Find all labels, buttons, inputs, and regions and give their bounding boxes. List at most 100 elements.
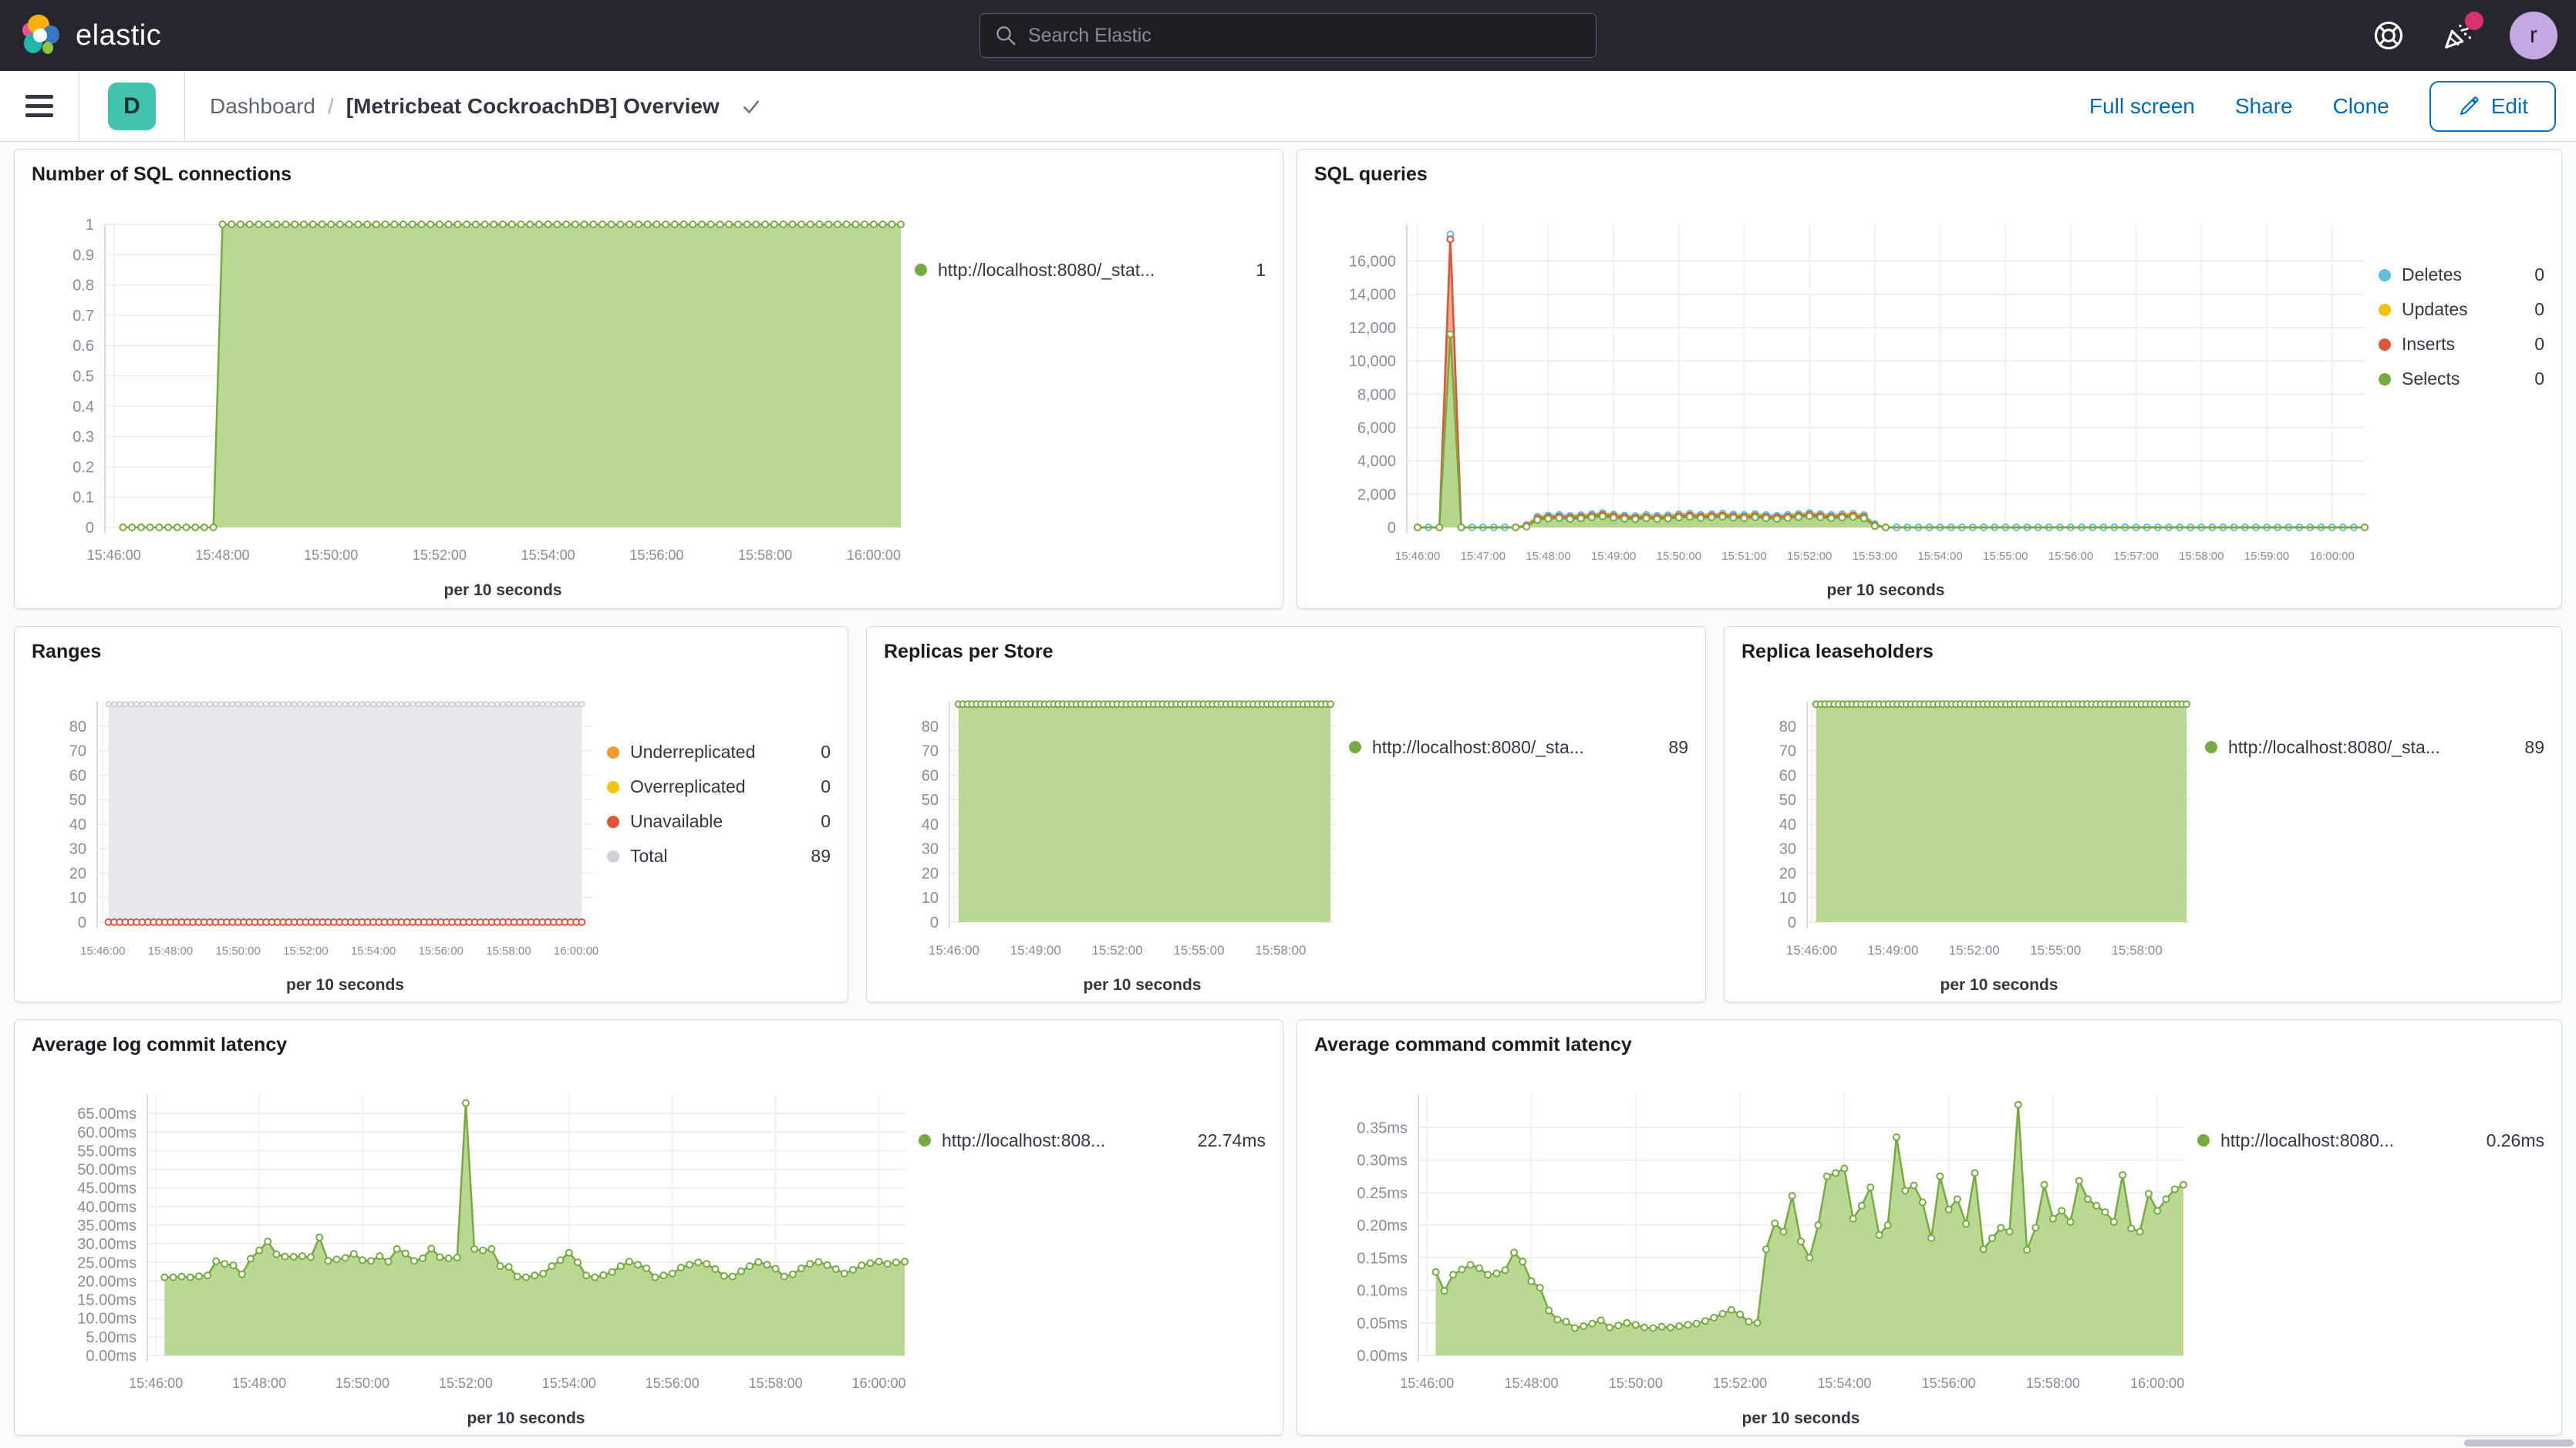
svg-text:60: 60 [922, 767, 939, 784]
news-button[interactable] [2440, 18, 2476, 53]
legend-item[interactable]: Underreplicated0 [607, 735, 831, 769]
panel-sql-queries: SQL queries 16,00014,00012,00010,0008,00… [1296, 149, 2562, 609]
elastic-logo[interactable]: elastic [0, 14, 161, 57]
svg-text:55.00ms: 55.00ms [77, 1143, 137, 1160]
pencil-icon [2457, 95, 2480, 118]
svg-text:15:56:00: 15:56:00 [1922, 1376, 1976, 1391]
help-button[interactable] [2371, 18, 2406, 53]
svg-text:5.00ms: 5.00ms [86, 1329, 137, 1346]
svg-text:8,000: 8,000 [1357, 386, 1396, 403]
svg-text:10: 10 [922, 890, 939, 907]
legend-series-value: 0.26ms [2487, 1130, 2544, 1151]
legend-item[interactable]: http://localhost:8080/_stat...1 [915, 258, 1266, 282]
svg-text:1: 1 [86, 217, 94, 234]
svg-text:50.00ms: 50.00ms [77, 1162, 137, 1179]
legend-series-label: http://localhost:8080/_sta... [1372, 737, 1653, 758]
legend-item[interactable]: Deletes0 [2379, 258, 2544, 292]
breadcrumb: Dashboard / [Metricbeat CockroachDB] Ove… [185, 94, 763, 119]
ranges-chart[interactable]: 8070605040302010015:46:0015:48:0015:50:0… [32, 667, 607, 995]
chart-legend: Deletes0Updates0Inserts0Selects0 [2379, 190, 2544, 601]
panel-title: Replica leaseholders [1741, 641, 2544, 667]
svg-text:per 10 seconds: per 10 seconds [1827, 581, 1945, 599]
svg-text:15:46:00: 15:46:00 [80, 945, 125, 958]
legend-series-dot [2379, 269, 2391, 281]
legend-series-dot [607, 746, 619, 759]
horizontal-scrollbar[interactable] [2464, 1440, 2574, 1446]
legend-item[interactable]: Total89 [607, 839, 831, 874]
svg-text:15:46:00: 15:46:00 [87, 547, 141, 563]
svg-text:50: 50 [69, 792, 86, 809]
svg-text:40.00ms: 40.00ms [77, 1199, 137, 1216]
global-search[interactable] [979, 13, 1597, 58]
legend-series-value: 22.74ms [1198, 1130, 1266, 1151]
svg-text:15:56:00: 15:56:00 [629, 547, 683, 563]
svg-text:15:54:00: 15:54:00 [1817, 1376, 1871, 1391]
legend-item[interactable]: http://localhost:8080/_sta...89 [2205, 735, 2544, 759]
menu-button[interactable] [0, 71, 79, 141]
chart-canvas: 8070605040302010015:46:0015:48:0015:50:0… [32, 667, 607, 995]
legend-series-value: 0 [2534, 334, 2544, 355]
svg-text:80: 80 [1779, 719, 1796, 736]
svg-text:per 10 seconds: per 10 seconds [286, 976, 404, 994]
legend-series-label: Overreplicated [630, 776, 805, 797]
svg-text:20: 20 [69, 865, 86, 882]
panel-title: Average command commit latency [1314, 1034, 2544, 1060]
legend-series-value: 89 [811, 846, 831, 867]
svg-text:0: 0 [78, 914, 86, 931]
legend-series-label: http://localhost:808... [942, 1130, 1182, 1151]
clone-button[interactable]: Clone [2333, 94, 2389, 119]
replicas-per-store-chart[interactable]: 8070605040302010015:46:0015:49:0015:52:0… [884, 667, 1349, 995]
legend-series-value: 0 [2534, 264, 2544, 285]
svg-text:30: 30 [1779, 841, 1796, 858]
legend-item[interactable]: Overreplicated0 [607, 769, 831, 804]
svg-text:per 10 seconds: per 10 seconds [444, 581, 562, 599]
svg-text:15:46:00: 15:46:00 [1395, 550, 1440, 563]
legend-item[interactable]: Selects0 [2379, 362, 2544, 396]
svg-text:15:51:00: 15:51:00 [1721, 550, 1766, 563]
sql-connections-chart[interactable]: 10.90.80.70.60.50.40.30.20.1015:46:0015:… [32, 190, 915, 601]
svg-text:15:46:00: 15:46:00 [1400, 1376, 1454, 1391]
search-input[interactable] [1028, 25, 1582, 47]
hamburger-icon [25, 89, 53, 123]
legend-item[interactable]: Unavailable0 [607, 804, 831, 839]
legend-series-value: 0 [2534, 369, 2544, 389]
legend-series-dot [919, 1134, 931, 1147]
user-avatar[interactable]: r [2510, 12, 2557, 59]
legend-item[interactable]: Updates0 [2379, 292, 2544, 327]
svg-text:16:00:00: 16:00:00 [2130, 1376, 2184, 1391]
svg-text:16:00:00: 16:00:00 [847, 547, 901, 563]
svg-text:per 10 seconds: per 10 seconds [1742, 1409, 1860, 1427]
app-badge-letter: D [123, 93, 140, 120]
dashboard-toolbar: D Dashboard / [Metricbeat CockroachDB] O… [0, 71, 2576, 142]
svg-text:0: 0 [930, 914, 939, 931]
legend-series-label: Updates [2402, 299, 2519, 320]
page-title: [Metricbeat CockroachDB] Overview [346, 94, 720, 119]
legend-item[interactable]: Inserts 0 [2379, 327, 2544, 362]
avg-command-commit-latency-chart[interactable]: 0.35ms0.30ms0.25ms0.20ms0.15ms0.10ms0.05… [1314, 1060, 2197, 1429]
svg-text:0.00ms: 0.00ms [86, 1348, 137, 1365]
legend-item[interactable]: http://localhost:808... 22.74ms [919, 1128, 1266, 1153]
breadcrumb-dashboard-link[interactable]: Dashboard [210, 94, 315, 119]
logo-wordmark: elastic [76, 19, 161, 52]
svg-text:40: 40 [69, 817, 86, 833]
edit-button[interactable]: Edit [2429, 81, 2556, 132]
chart-canvas: 16,00014,00012,00010,0008,0006,0004,0002… [1314, 190, 2379, 601]
svg-text:15:58:00: 15:58:00 [2026, 1376, 2080, 1391]
legend-series-dot [2205, 741, 2217, 753]
chart-legend: http://localhost:8080...0.26ms [2197, 1060, 2544, 1429]
legend-item[interactable]: http://localhost:8080/_sta...89 [1349, 735, 1688, 759]
share-button[interactable]: Share [2235, 94, 2293, 119]
legend-series-label: Inserts [2402, 334, 2519, 355]
replica-leaseholders-chart[interactable]: 8070605040302010015:46:0015:49:0015:52:0… [1741, 667, 2205, 995]
svg-text:15.00ms: 15.00ms [77, 1292, 137, 1309]
legend-series-dot [2379, 373, 2391, 386]
sql-queries-chart[interactable]: 16,00014,00012,00010,0008,0006,0004,0002… [1314, 190, 2379, 601]
legend-series-dot [607, 816, 619, 828]
title-check-button[interactable] [740, 95, 763, 118]
full-screen-button[interactable]: Full screen [2089, 94, 2195, 119]
dashboard-app-badge[interactable]: D [108, 83, 156, 130]
legend-series-dot [1349, 741, 1361, 753]
svg-text:15:49:00: 15:49:00 [1010, 943, 1061, 958]
legend-item[interactable]: http://localhost:8080...0.26ms [2197, 1128, 2544, 1153]
avg-log-commit-latency-chart[interactable]: 65.00ms60.00ms55.00ms50.00ms45.00ms40.00… [32, 1060, 919, 1429]
